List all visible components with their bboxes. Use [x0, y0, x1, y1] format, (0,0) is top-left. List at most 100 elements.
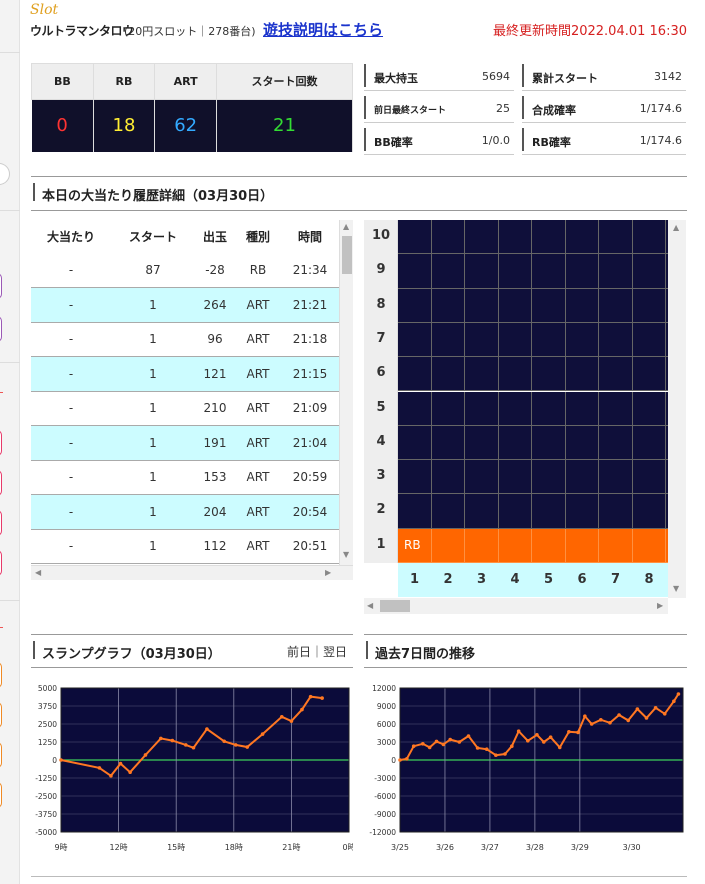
- hit-grid-cell: [398, 357, 432, 392]
- rail-tab[interactable]: [0, 662, 2, 688]
- rail-tab[interactable]: [0, 273, 2, 299]
- history-horizontal-scrollbar[interactable]: ◀ ▶: [31, 565, 353, 580]
- hit-grid-cell: [498, 220, 532, 255]
- stat-value: 1/174.6: [639, 102, 682, 115]
- category-label: Slot: [30, 2, 59, 18]
- scroll-thumb[interactable]: [380, 600, 410, 612]
- data-point: [516, 729, 521, 733]
- data-point: [280, 715, 284, 719]
- row-start: 1: [111, 287, 195, 323]
- hit-grid-vertical-scrollbar[interactable]: ▲ ▼: [668, 220, 686, 598]
- data-point: [589, 722, 594, 726]
- rail-tab[interactable]: [0, 742, 2, 768]
- hit-grid-y-label: 8: [376, 296, 386, 312]
- row-type: ART: [235, 425, 281, 461]
- y-tick-label: 1250: [38, 738, 57, 747]
- hit-grid-cell: [632, 254, 666, 289]
- hit-grid-cell: [498, 391, 532, 426]
- rail-divider: [0, 600, 20, 601]
- hit-grid-cell: [565, 357, 599, 392]
- history-row: -1 210 ART 21:09: [31, 391, 339, 426]
- history-vertical-scrollbar[interactable]: ▲ ▼: [339, 220, 353, 565]
- data-point: [608, 721, 612, 725]
- hit-grid-cell: [431, 391, 465, 426]
- rail-tab[interactable]: [0, 782, 2, 808]
- hit-grid-cell: [632, 288, 666, 323]
- scroll-left-icon[interactable]: ◀: [35, 568, 41, 577]
- y-tick-label: -3000: [374, 774, 396, 783]
- counter-bb-value: 0: [31, 99, 94, 152]
- hit-grid-cell: [565, 425, 599, 461]
- rail-tab[interactable]: [0, 470, 2, 496]
- rail-tab[interactable]: [0, 316, 2, 342]
- weekly-title: 過去7日間の推移: [375, 647, 476, 662]
- data-point: [626, 718, 631, 723]
- hit-grid-cell: [498, 254, 532, 289]
- hit-grid-cell: [565, 322, 599, 358]
- hit-grid-cell: [632, 425, 666, 461]
- slump-title: スランプグラフ（03月30日）: [42, 647, 221, 662]
- stat-value: 3142: [654, 70, 682, 83]
- hit-grid-cell: [532, 220, 566, 255]
- rail-toggle-handle[interactable]: [0, 163, 10, 185]
- hit-grid-cell: [565, 460, 599, 495]
- hit-grid-cell-hit: [565, 528, 599, 563]
- prev-day-link[interactable]: 前日: [287, 645, 311, 659]
- scroll-left-icon[interactable]: ◀: [367, 601, 373, 610]
- stat-value: 5694: [482, 70, 510, 83]
- data-point: [599, 718, 603, 722]
- hit-grid-cell: [465, 425, 499, 461]
- data-point: [662, 712, 667, 716]
- hit-grid-cell: [398, 425, 432, 461]
- y-tick-label: -9000: [374, 810, 396, 819]
- stat-rb-prob: RB確率 1/174.6: [522, 125, 686, 155]
- rail-tab[interactable]: [0, 430, 2, 456]
- hit-grid-cell: [465, 322, 499, 358]
- scroll-up-icon[interactable]: ▲: [343, 222, 349, 231]
- scroll-right-icon[interactable]: ▶: [657, 601, 663, 610]
- hit-grid-cell: [465, 288, 499, 323]
- hit-grid-cell: [465, 460, 499, 495]
- x-tick-label: 3/27: [481, 843, 499, 852]
- row-payout: -28: [195, 253, 235, 288]
- history-row: -1 112 ART 20:51: [31, 529, 339, 564]
- y-tick-label: 3750: [38, 702, 57, 711]
- row-jackpot: -: [31, 253, 111, 288]
- rail-tab[interactable]: [0, 510, 2, 536]
- rail-tab[interactable]: [0, 702, 2, 728]
- data-point: [441, 742, 446, 747]
- rail-tab[interactable]: [0, 550, 2, 576]
- scroll-down-icon[interactable]: ▼: [343, 550, 349, 559]
- counter-header-start: スタート回数: [216, 63, 353, 100]
- x-tick-label: 15時: [167, 843, 185, 852]
- data-point: [97, 766, 102, 770]
- row-jackpot: -: [31, 529, 111, 564]
- hit-grid-cell: [532, 288, 566, 323]
- hit-grid-cell: [632, 220, 666, 255]
- hit-grid-cell: [532, 322, 566, 358]
- next-day-link[interactable]: 翌日: [323, 645, 347, 659]
- stat-combined-prob: 合成確率 1/174.6: [522, 93, 686, 123]
- hit-grid-horizontal-scrollbar[interactable]: ◀ ▶: [364, 598, 668, 614]
- y-tick-label: 6000: [377, 720, 396, 729]
- data-point: [289, 719, 294, 723]
- row-type: ART: [235, 322, 281, 357]
- row-time: 21:04: [281, 425, 339, 461]
- row-type: ART: [235, 460, 281, 495]
- y-tick-label: -2500: [35, 792, 57, 801]
- scroll-up-icon[interactable]: ▲: [673, 223, 679, 232]
- counter-art-value: 62: [154, 99, 217, 152]
- hit-grid-cell: [431, 425, 465, 461]
- hit-grid-x-label: 3: [476, 572, 487, 587]
- data-point: [245, 745, 250, 749]
- y-tick-label: 0: [52, 756, 57, 765]
- rules-link[interactable]: 遊技説明はこちら: [263, 19, 383, 40]
- data-point: [635, 707, 640, 711]
- col-time: 時間: [281, 220, 339, 253]
- scroll-thumb[interactable]: [342, 236, 352, 274]
- data-point: [457, 740, 462, 744]
- scroll-down-icon[interactable]: ▼: [673, 584, 679, 593]
- x-tick-label: 0時: [342, 843, 353, 852]
- scroll-right-icon[interactable]: ▶: [325, 568, 331, 577]
- data-point: [557, 745, 562, 750]
